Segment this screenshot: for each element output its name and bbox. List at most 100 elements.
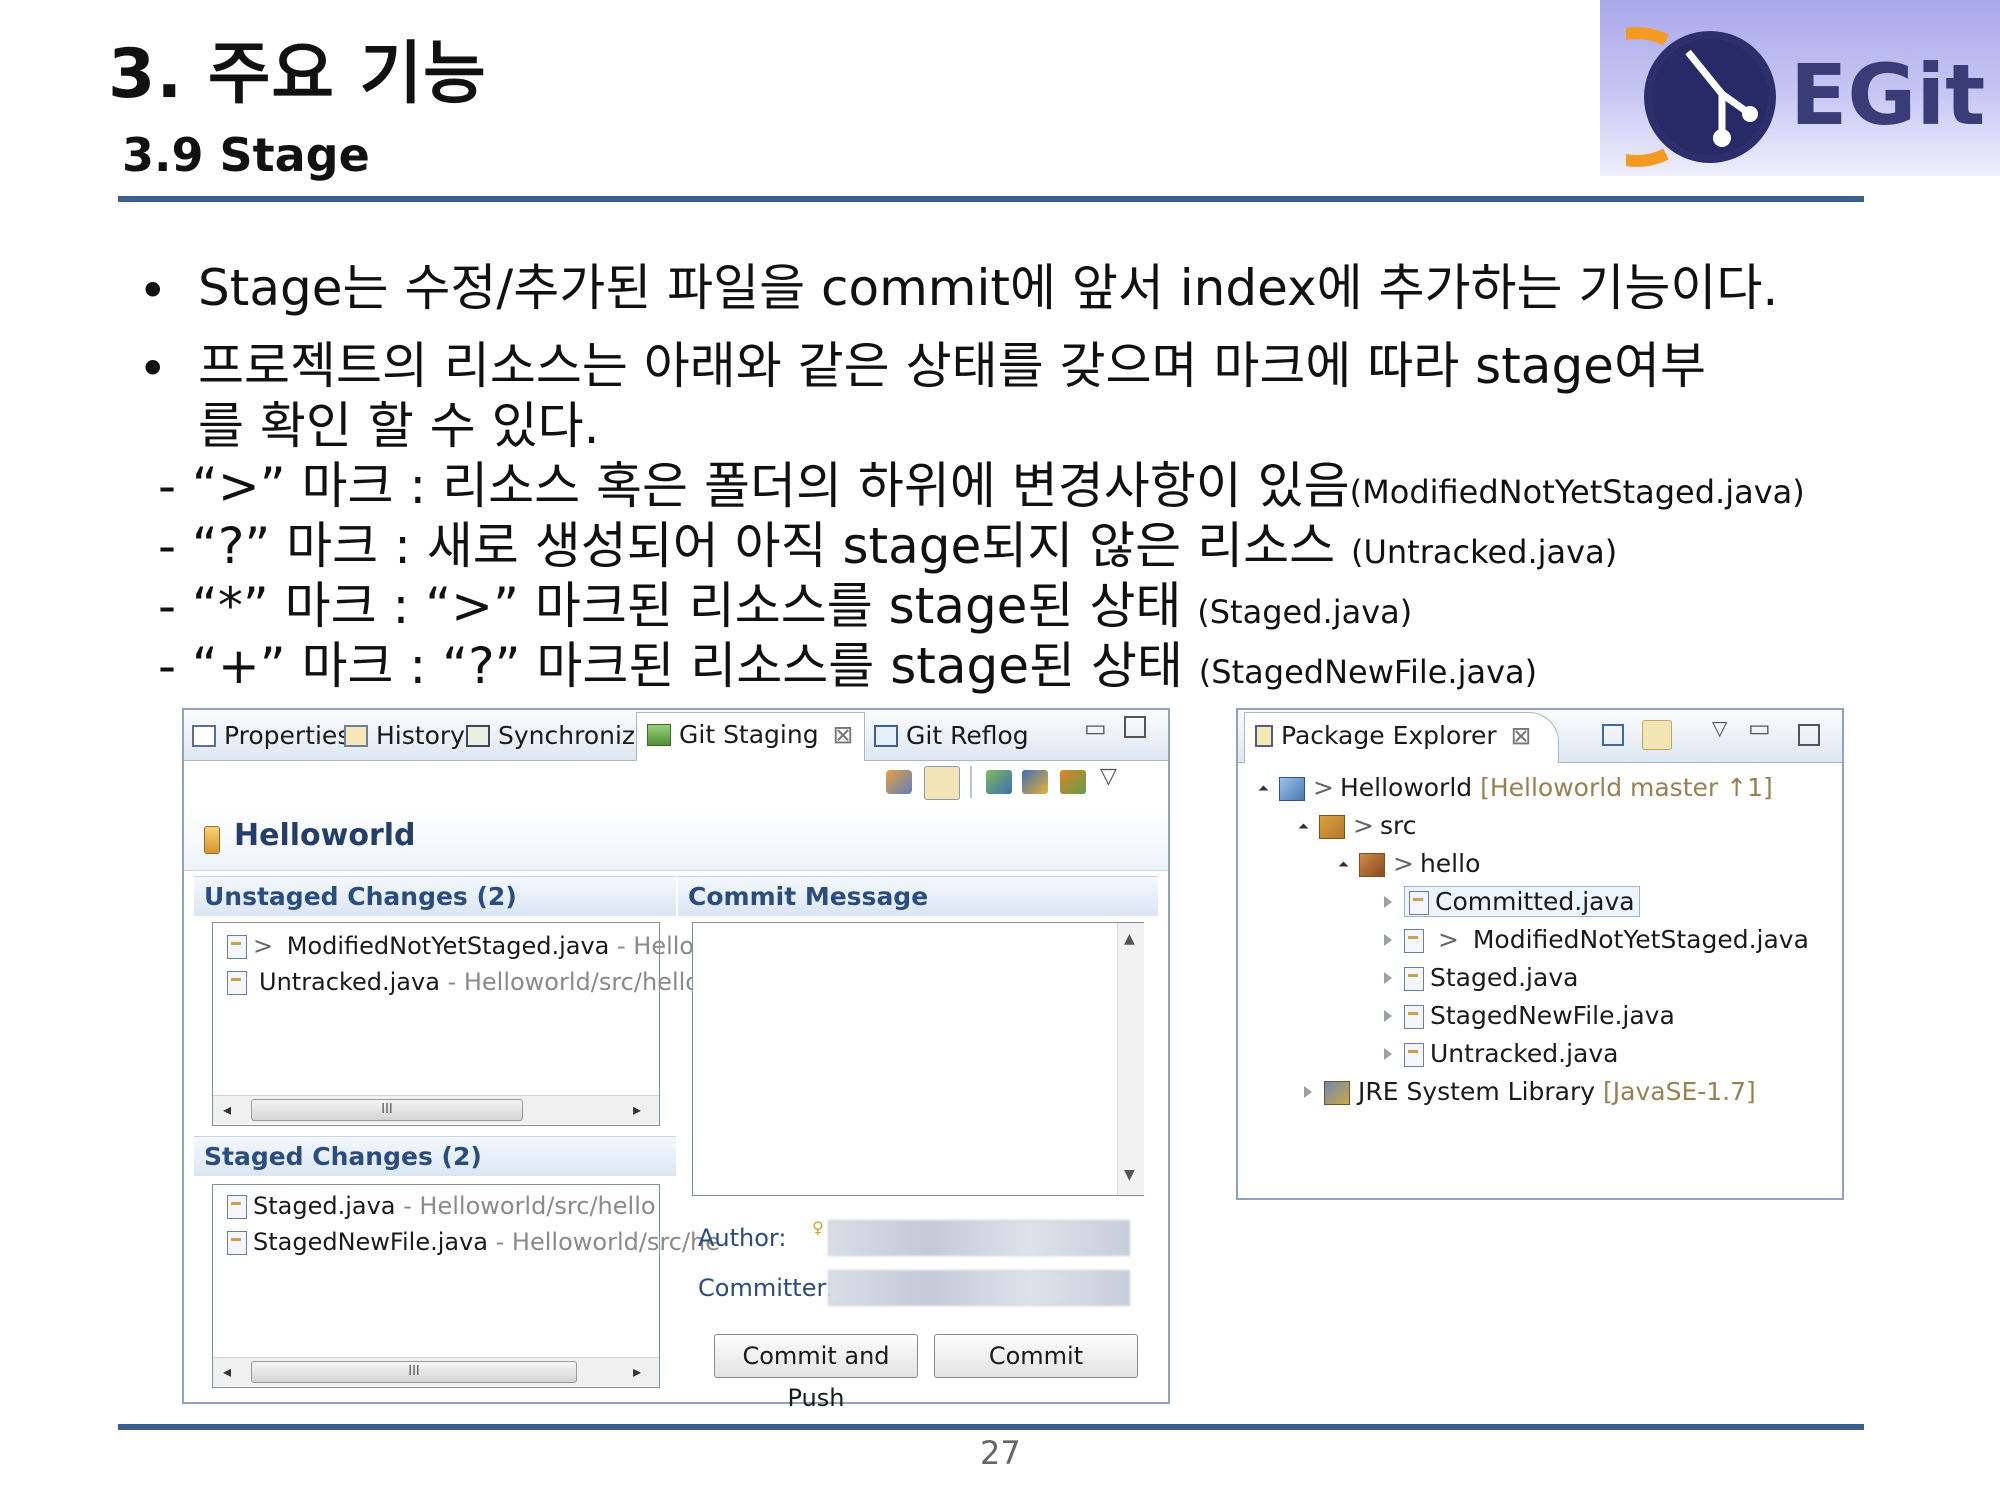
file-name: Untracked.java (1430, 1039, 1619, 1068)
mark-line-3: - “*” 마크 : “>” 마크된 리소스를 stage된 상태 (Stage… (158, 576, 1412, 642)
scroll-right-icon[interactable]: ▸ (633, 1362, 641, 1381)
bullet-2-line-1: 프로젝트의 리소스는 아래와 같은 상태를 갖으며 마크에 따라 stage여부 (198, 337, 1706, 395)
list-item[interactable]: Staged.java - Helloworld/src/hello (227, 1189, 656, 1223)
scroll-thumb[interactable]: III (251, 1099, 523, 1121)
tab-label: Properties (224, 721, 351, 750)
staging-toolbar: ▽ (886, 762, 1156, 806)
file-name: Committed.java (1435, 887, 1635, 916)
unstage-all-icon[interactable] (1022, 770, 1048, 794)
tab-package-explorer[interactable]: Package Explorer ⊠ (1244, 712, 1559, 763)
tree-item-file[interactable]: Committed.java (1384, 884, 1640, 920)
commit-button[interactable]: Commit (934, 1334, 1138, 1378)
collapsed-icon[interactable] (1304, 1086, 1312, 1098)
close-icon[interactable]: ⊠ (1511, 721, 1532, 750)
file-name: Staged.java (253, 1192, 396, 1220)
expanded-icon[interactable] (1258, 785, 1269, 796)
tree-item-package[interactable]: > hello (1338, 846, 1480, 882)
java-file-icon (227, 971, 247, 995)
scroll-up-icon[interactable]: ▲ (1124, 931, 1135, 947)
project-icon (1279, 777, 1305, 801)
scroll-down-icon[interactable]: ▼ (1124, 1167, 1135, 1183)
horizontal-scrollbar[interactable]: ◂ III ▸ (213, 1357, 659, 1386)
list-item[interactable]: StagedNewFile.java - Helloworld/src/he (227, 1225, 720, 1259)
file-path: - Helloworld/src/hello (439, 968, 700, 996)
view-menu-icon[interactable]: ▽ (1712, 716, 1727, 740)
git-staging-icon (647, 724, 671, 746)
history-icon (344, 725, 368, 747)
link-with-editor-icon[interactable] (1642, 720, 1672, 750)
unstaged-changes-list[interactable]: > ModifiedNotYetStaged.java - Hellow Unt… (212, 922, 714, 1126)
list-item[interactable]: Untracked.java - Helloworld/src/hello (227, 965, 700, 999)
file-name: Untracked.java (259, 968, 440, 996)
mark-note: (Untracked.java) (1350, 533, 1618, 571)
refresh-icon[interactable] (886, 770, 912, 794)
expanded-icon[interactable] (1338, 861, 1349, 872)
horizontal-scrollbar[interactable]: ◂ III ▸ (213, 1095, 659, 1124)
java-file-icon (1404, 1005, 1424, 1029)
commit-message-input[interactable]: ▲ ▼ (692, 922, 1144, 1196)
synchronize-icon (466, 725, 490, 747)
tree-item-file[interactable]: > ModifiedNotYetStaged.java (1384, 922, 1809, 958)
list-item[interactable]: > ModifiedNotYetStaged.java - Hellow (227, 929, 714, 963)
egit-logo-text: EGit (1790, 46, 1986, 144)
stage-all-icon[interactable] (986, 770, 1012, 794)
collapsed-icon[interactable] (1384, 934, 1392, 946)
tab-synchronize[interactable]: Synchronize (466, 718, 650, 754)
mark-note: (Staged.java) (1197, 593, 1413, 631)
tree-item-file[interactable]: Staged.java (1384, 960, 1578, 996)
tab-history[interactable]: History (344, 718, 465, 754)
tree-item-file[interactable]: Untracked.java (1384, 1036, 1618, 1072)
view-menu-icon[interactable]: ▽ (1100, 764, 1117, 789)
collapsed-icon[interactable] (1384, 1048, 1392, 1060)
tab-git-reflog[interactable]: Git Reflog (874, 718, 1029, 754)
expanded-icon[interactable] (1298, 823, 1309, 834)
file-path: - Helloworld/src/he (488, 1228, 721, 1256)
presentation-icon[interactable] (1060, 770, 1086, 794)
close-icon[interactable]: ⊠ (833, 720, 854, 749)
java-file-icon (227, 935, 247, 959)
staged-changes-list[interactable]: Staged.java - Helloworld/src/hello Stage… (212, 1184, 720, 1388)
tree-item-jre[interactable]: JRE System Library [JavaSE-1.7] (1304, 1074, 1756, 1110)
repository-header: Helloworld (184, 808, 1168, 871)
staged-changes-header: Staged Changes (2) (194, 1136, 676, 1176)
mark-text: - “>” 마크 : 리소스 혹은 폴더의 하위에 변경사항이 있음 (158, 457, 1350, 515)
content-assist-icon: ♀ (812, 1218, 824, 1237)
egit-logo-icon (1626, 27, 1776, 167)
minimize-icon[interactable]: ▭ (1084, 714, 1107, 742)
tree-item-src[interactable]: > src (1298, 808, 1416, 844)
project-decoration: [Helloworld master ↑1] (1480, 773, 1773, 802)
commit-message-header: Commit Message (678, 876, 1158, 916)
collapsed-icon[interactable] (1384, 972, 1392, 984)
collapsed-icon[interactable] (1384, 1010, 1392, 1022)
vertical-scrollbar[interactable]: ▲ ▼ (1117, 923, 1144, 1195)
java-file-icon (1404, 967, 1424, 991)
committer-field[interactable] (828, 1270, 1130, 1306)
view-tab-strip: Package Explorer ⊠ ▽ ▭ (1238, 710, 1842, 763)
commit-and-push-button[interactable]: Commit and Push (714, 1334, 918, 1412)
file-name: ModifiedNotYetStaged.java (286, 932, 610, 960)
author-field[interactable] (828, 1220, 1130, 1256)
scroll-left-icon[interactable]: ◂ (223, 1362, 231, 1381)
file-name: StagedNewFile.java (1430, 1001, 1675, 1030)
package-icon (1359, 853, 1385, 877)
decorator-prefix: > (253, 932, 281, 960)
collapsed-icon[interactable] (1384, 896, 1392, 908)
minimize-icon[interactable]: ▭ (1748, 714, 1771, 742)
maximize-icon[interactable] (1124, 716, 1146, 738)
collapse-all-icon[interactable] (1602, 724, 1624, 746)
project-name: Helloworld (1339, 773, 1473, 802)
tree-item-file[interactable]: StagedNewFile.java (1384, 998, 1675, 1034)
scroll-thumb[interactable]: III (251, 1361, 577, 1383)
tab-label: History (376, 721, 465, 750)
link-with-selection-icon[interactable] (924, 766, 960, 800)
scroll-right-icon[interactable]: ▸ (633, 1100, 641, 1119)
tab-label: Git Reflog (906, 721, 1029, 750)
tree-item-project[interactable]: > Helloworld [Helloworld master ↑1] (1258, 770, 1773, 806)
view-tab-strip: Properties History Synchronize Git Stagi… (184, 710, 1168, 761)
scroll-left-icon[interactable]: ◂ (223, 1100, 231, 1119)
tab-properties[interactable]: Properties (192, 718, 350, 754)
tab-label: Git Staging (679, 720, 819, 749)
tab-git-staging[interactable]: Git Staging ⊠ (636, 712, 865, 761)
bullet-2-line-2: 를 확인 할 수 있다. (198, 397, 600, 455)
maximize-icon[interactable] (1798, 724, 1820, 746)
